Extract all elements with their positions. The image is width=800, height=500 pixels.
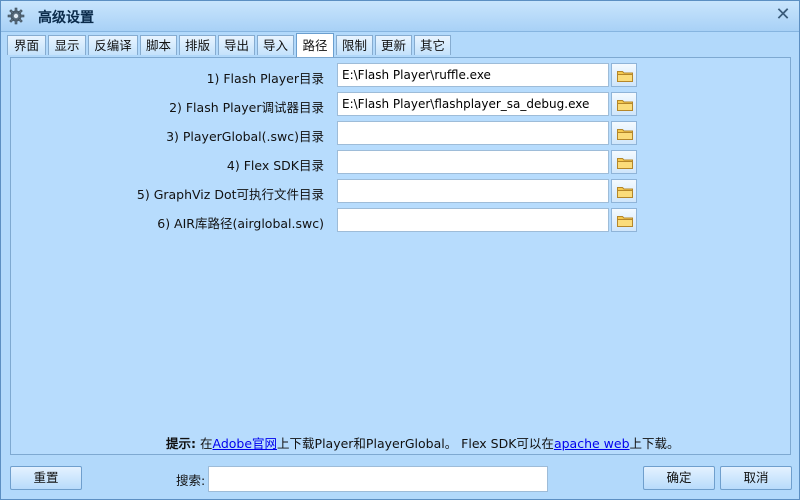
folder-icon (617, 216, 633, 227)
browse-button[interactable] (611, 179, 637, 203)
tab-decompile[interactable]: 反编译 (88, 35, 138, 55)
browse-button[interactable] (611, 150, 637, 174)
flash-player-path-input[interactable] (337, 63, 609, 87)
playerglobal-path-label: 3) PlayerGlobal(.swc)目录 (166, 129, 324, 144)
folder-icon (617, 100, 633, 111)
tab-export[interactable]: 导出 (218, 35, 255, 55)
flash-player-path-label: 1) Flash Player目录 (206, 71, 324, 86)
adobe-link[interactable]: Adobe官网 (212, 436, 277, 451)
ok-button[interactable]: 确定 (643, 466, 715, 490)
folder-icon (617, 187, 633, 198)
window-title: 高级设置 (38, 10, 94, 26)
flex-sdk-path-input[interactable] (337, 150, 609, 174)
tab-interface[interactable]: 界面 (7, 35, 46, 55)
graphviz-path-label: 5) GraphViz Dot可执行文件目录 (136, 187, 324, 202)
folder-icon (617, 158, 633, 169)
folder-icon (617, 129, 633, 140)
flash-debugger-path-input[interactable] (337, 92, 609, 116)
air-lib-path-label: 6) AIR库路径(airglobal.swc) (157, 216, 324, 231)
playerglobal-path-input[interactable] (337, 121, 609, 145)
tab-display[interactable]: 显示 (48, 35, 86, 55)
browse-button[interactable] (611, 92, 637, 116)
search-label: 搜索: (176, 473, 206, 488)
browse-button[interactable] (611, 208, 637, 232)
browse-button[interactable] (611, 121, 637, 145)
settings-window: 高级设置 ✕ 界面 显示 反编译 脚本 排版 导出 导入 路径 限制 更新 其它… (0, 0, 800, 500)
reset-button[interactable]: 重置 (10, 466, 82, 490)
title-bar: 高级设置 ✕ (1, 1, 799, 32)
cancel-button[interactable]: 取消 (720, 466, 792, 490)
hint-text: 在 (196, 436, 213, 451)
tab-layout[interactable]: 排版 (179, 35, 216, 55)
tab-update[interactable]: 更新 (375, 35, 412, 55)
hint-prefix: 提示: (166, 436, 196, 451)
air-lib-path-input[interactable] (337, 208, 609, 232)
browse-button[interactable] (611, 63, 637, 87)
tab-script[interactable]: 脚本 (140, 35, 177, 55)
tab-other[interactable]: 其它 (414, 35, 451, 55)
tab-paths[interactable]: 路径 (296, 33, 334, 57)
hint-text: 上下载Player和PlayerGlobal。 Flex SDK可以在 (277, 436, 554, 451)
search-input[interactable] (208, 466, 548, 492)
download-hint: 提示: 在Adobe官网上下载Player和PlayerGlobal。 Flex… (166, 433, 680, 452)
apache-link[interactable]: apache web (554, 436, 630, 451)
close-icon[interactable]: ✕ (775, 6, 791, 24)
flex-sdk-path-label: 4) Flex SDK目录 (226, 158, 324, 173)
gear-icon (7, 7, 25, 25)
hint-text: 上下载。 (629, 436, 680, 451)
tab-limits[interactable]: 限制 (336, 35, 373, 55)
folder-icon (617, 71, 633, 82)
flash-debugger-path-label: 2) Flash Player调试器目录 (169, 100, 324, 115)
graphviz-path-input[interactable] (337, 179, 609, 203)
paths-panel: 1) Flash Player目录 2) Flash Player调试器目录 3… (10, 57, 791, 455)
tab-import[interactable]: 导入 (257, 35, 294, 55)
